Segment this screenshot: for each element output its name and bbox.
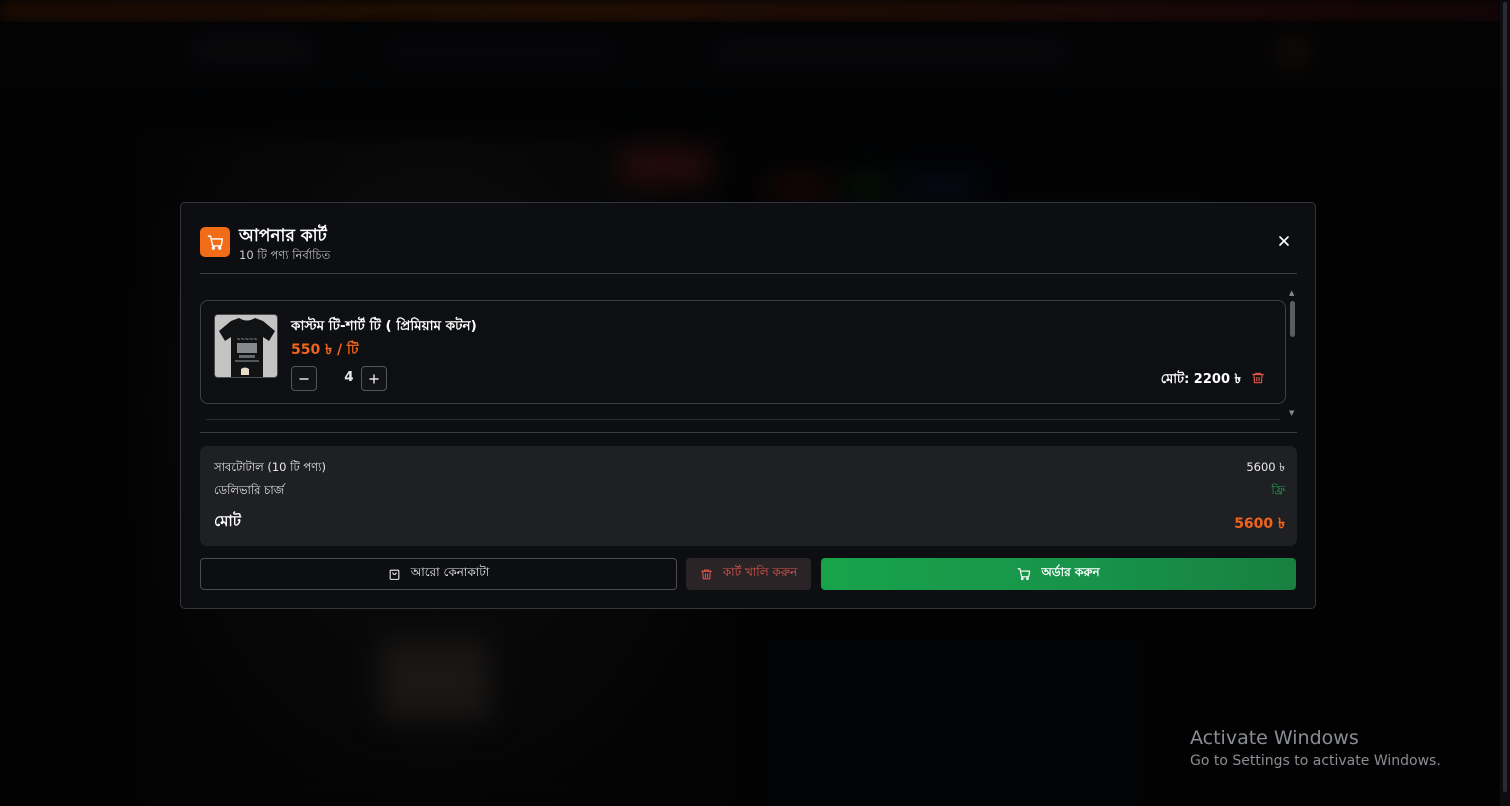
- cart-modal-header: আপনার কার্ট 10 টি পণ্য নির্বাচিত: [200, 223, 1296, 273]
- item-total: মোট: 2200 ৳: [1160, 372, 1241, 387]
- windows-activation-watermark: Activate Windows Go to Settings to activ…: [1190, 727, 1441, 769]
- remove-item-button[interactable]: [1251, 370, 1267, 386]
- scroll-up-arrow-icon[interactable]: ▲: [1289, 289, 1294, 297]
- minus-icon: [299, 377, 309, 380]
- order-summary: সাবটোটাল (10 টি পণ্য) 5600 ৳ ডেলিভারি চা…: [200, 446, 1297, 546]
- cart-icon: [1017, 568, 1031, 581]
- trash-icon: [1252, 372, 1264, 384]
- continue-shopping-button[interactable]: আরো কেনাকাটা: [200, 558, 677, 590]
- items-divider: [200, 432, 1297, 433]
- close-button[interactable]: [1274, 231, 1294, 251]
- cart-items-list[interactable]: ~~~~~ কাস্টম টি-শার্ট টি ( প্রিমিয়াম কট…: [200, 289, 1299, 420]
- watermark-subtitle: Go to Settings to activate Windows.: [1190, 753, 1441, 769]
- cart-item-count: 10 টি পণ্য নির্বাচিত: [239, 248, 331, 262]
- subtotal-value: 5600 ৳: [1246, 460, 1285, 474]
- increase-quantity-button[interactable]: [361, 366, 387, 391]
- clear-cart-button[interactable]: কার্ট খালি করুন: [686, 558, 811, 590]
- page-scrollbar[interactable]: [1500, 0, 1510, 806]
- cart-modal: আপনার কার্ট 10 টি পণ্য নির্বাচিত ~~~~~ ক…: [180, 202, 1316, 609]
- product-thumbnail: ~~~~~: [214, 314, 278, 378]
- place-order-button[interactable]: অর্ডার করুন: [821, 558, 1296, 590]
- cart-item: ~~~~~ কাস্টম টি-শার্ট টি ( প্রিমিয়াম কট…: [200, 300, 1286, 404]
- place-order-label: অর্ডার করুন: [1041, 565, 1100, 579]
- plus-icon: [369, 373, 379, 384]
- grand-total-label: মোট: [214, 512, 241, 530]
- watermark-title: Activate Windows: [1190, 727, 1359, 749]
- header-divider: [200, 273, 1297, 274]
- delivery-charge-label: ডেলিভারি চার্জ: [214, 483, 284, 497]
- decrease-quantity-button[interactable]: [291, 366, 317, 391]
- shopping-bag-icon: [389, 569, 400, 580]
- product-name: কাস্টম টি-শার্ট টি ( প্রিমিয়াম কটন): [291, 318, 477, 334]
- page-scrollbar-thumb[interactable]: [1503, 2, 1507, 792]
- svg-text:~~~~~: ~~~~~: [237, 337, 258, 343]
- scroll-down-arrow-icon[interactable]: ▼: [1289, 409, 1294, 417]
- item-separator: [206, 419, 1280, 420]
- items-scrollbar[interactable]: ▲ ▼: [1287, 289, 1299, 419]
- continue-shopping-label: আরো কেনাকাটা: [410, 565, 490, 579]
- grand-total-value: 5600 ৳: [1234, 516, 1285, 532]
- clear-cart-label: কার্ট খালি করুন: [722, 565, 798, 579]
- trash-icon: [700, 569, 712, 579]
- product-unit-price: 550 ৳ / টি: [291, 342, 359, 358]
- cart-icon: [200, 227, 230, 257]
- delivery-charge-value: ফ্রি: [1271, 483, 1285, 497]
- subtotal-label: সাবটোটাল (10 টি পণ্য): [214, 460, 326, 474]
- close-icon: [1279, 236, 1289, 246]
- items-scrollbar-thumb[interactable]: [1290, 301, 1295, 337]
